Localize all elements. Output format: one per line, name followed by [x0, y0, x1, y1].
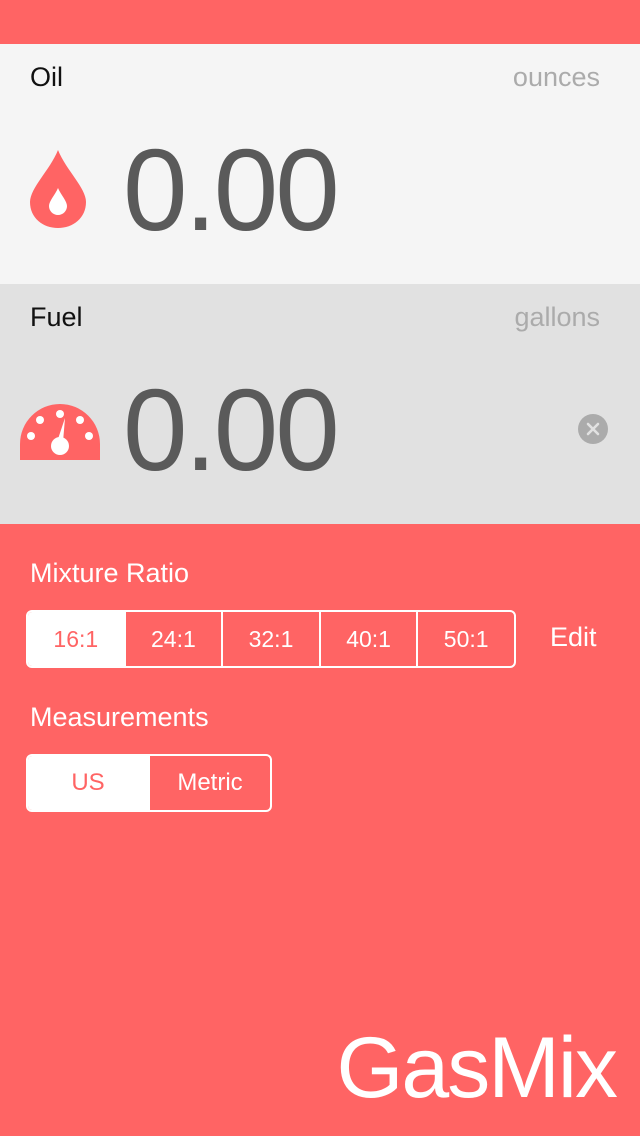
fuel-unit: gallons	[514, 302, 600, 332]
ratio-option-16-1[interactable]: 16:1	[28, 612, 124, 666]
gauge-icon	[20, 404, 100, 460]
ratio-option-40-1[interactable]: 40:1	[318, 612, 417, 666]
measurements-control: US Metric	[26, 754, 272, 812]
ratio-option-32-1[interactable]: 32:1	[221, 612, 319, 666]
fuel-panel[interactable]: Fuel gallons 0.00	[0, 284, 640, 524]
measurement-option-us[interactable]: US	[28, 756, 148, 810]
logo-part-mix: Mix	[488, 1020, 618, 1116]
mixture-ratio-title: Mixture Ratio	[30, 558, 190, 588]
ratio-option-24-1[interactable]: 24:1	[123, 612, 222, 666]
app-logo: GasMix	[336, 1020, 618, 1116]
logo-part-gas: Gas	[336, 1020, 491, 1116]
drop-icon	[30, 150, 86, 228]
measurement-option-metric[interactable]: Metric	[148, 756, 270, 810]
edit-button[interactable]: Edit	[550, 622, 597, 653]
oil-panel[interactable]: Oil ounces 0.00	[0, 44, 640, 284]
mixture-ratio-control: 16:1 24:1 32:1 40:1 50:1	[26, 610, 516, 668]
status-bar	[0, 0, 640, 44]
ratio-option-50-1[interactable]: 50:1	[416, 612, 514, 666]
oil-unit: ounces	[512, 62, 600, 92]
close-icon	[586, 422, 600, 436]
clear-button[interactable]	[578, 414, 608, 444]
fuel-label: Fuel	[30, 302, 83, 332]
fuel-value: 0.00	[123, 365, 340, 495]
oil-label: Oil	[30, 62, 63, 92]
measurements-title: Measurements	[30, 702, 209, 732]
oil-value: 0.00	[123, 125, 340, 255]
